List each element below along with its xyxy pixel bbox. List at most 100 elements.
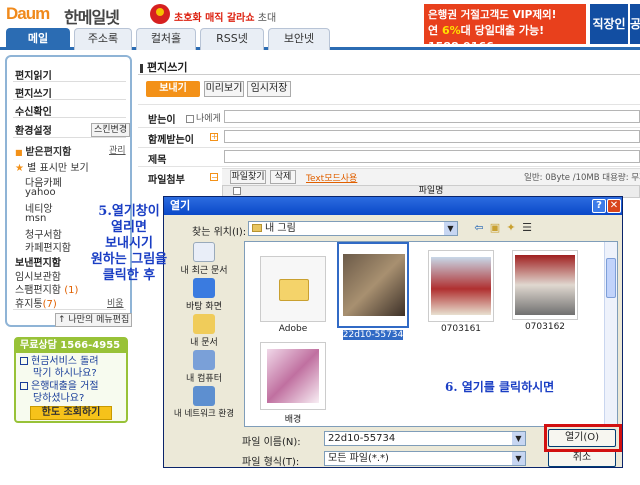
back-arrow-icon[interactable]: ⇦ — [472, 221, 486, 235]
folder-icon — [252, 224, 262, 232]
sidebar-item-receipt[interactable]: 수신확인 — [15, 103, 52, 118]
skin-change-button[interactable]: 스킨변경 — [91, 123, 131, 137]
delete-file-button[interactable]: 삭제 — [270, 170, 296, 184]
sidebar-folder[interactable]: msn — [25, 213, 46, 224]
tab-rss[interactable]: RSS넷 — [200, 28, 264, 50]
plus-icon[interactable]: + — [210, 133, 218, 141]
tab-culture[interactable]: 컬처홀 — [136, 28, 196, 50]
place-documents[interactable]: 내 문서 — [170, 314, 238, 348]
preview-button[interactable]: 미리보기 — [204, 81, 244, 97]
page-title: 편지쓰기 — [140, 59, 187, 75]
up-folder-icon[interactable]: ▣ — [488, 221, 502, 235]
image-thumbnail — [260, 342, 326, 410]
filename-input[interactable]: 22d10-55734 ▼ — [324, 431, 526, 446]
open-button-highlight — [544, 424, 622, 452]
checkbox-icon — [186, 114, 194, 123]
sidebar-item-inbox[interactable]: ■ 받은편지함 — [15, 143, 71, 158]
to-self-option[interactable]: 나에게 — [186, 111, 221, 124]
sidebar-item-read[interactable]: 편지읽기 — [15, 67, 52, 82]
collapse-icon: ■ — [15, 148, 26, 157]
promo-highlight: 초호화 매직 갈라쇼 — [174, 13, 255, 24]
sidebar-item-spam[interactable]: 스팸편지함 (1) — [15, 281, 78, 296]
empty-trash-link[interactable]: 비움 — [107, 296, 124, 309]
service-name: 한메일넷 — [64, 8, 120, 27]
sidebar-item-settings[interactable]: 환경설정 — [15, 122, 52, 137]
look-in-select[interactable]: 내 그림 ▼ — [248, 221, 458, 236]
promo-text[interactable]: 초호화 매직 갈라쇼 초대 — [174, 9, 276, 24]
divider — [13, 137, 126, 138]
dialog-title: 열기 — [164, 197, 622, 215]
filename-label: 파일 이름(N): — [242, 437, 301, 448]
photo-thumbnail — [512, 250, 578, 320]
sidebar-item-trash[interactable]: 휴지통(7) — [15, 295, 57, 310]
close-icon[interactable]: ✕ — [607, 199, 621, 213]
filename-col-label: 파일명 — [418, 186, 444, 196]
sidebar-item-write[interactable]: 편지쓰기 — [15, 85, 52, 100]
step5-annotation: 5.열기창이 열리면 보내시기 원하는 그림을 클릭한 후 — [90, 204, 168, 283]
find-file-button[interactable]: 파일찾기 — [230, 170, 266, 184]
promo-icon — [150, 4, 170, 24]
help-icon[interactable]: ? — [592, 199, 606, 213]
subject-field[interactable] — [224, 150, 640, 163]
file-item[interactable]: Adobe — [253, 256, 333, 334]
save-draft-button[interactable]: 임시저장 — [247, 81, 291, 97]
chevron-down-icon[interactable]: ▼ — [512, 452, 525, 465]
filetype-label: 파일 형식(T): — [242, 457, 300, 468]
scrollbar-thumb[interactable] — [606, 258, 616, 298]
file-list-scrollbar[interactable] — [604, 242, 617, 426]
divider — [138, 147, 640, 148]
divider — [13, 99, 126, 100]
tab-security[interactable]: 보안넷 — [268, 28, 330, 50]
minus-icon[interactable]: − — [210, 173, 218, 182]
documents-folder-icon — [193, 314, 215, 334]
counsel-item-loan[interactable]: 은행대출을 거절 — [20, 381, 99, 393]
tab-mail[interactable]: 메일 — [6, 28, 70, 50]
photo-thumbnail — [337, 242, 409, 328]
checkbox-icon — [20, 357, 28, 365]
text-mode-link[interactable]: Text모드사용 — [306, 171, 357, 184]
recent-docs-icon — [193, 242, 215, 262]
checkbox-icon — [20, 382, 28, 390]
cc-field[interactable] — [224, 130, 640, 143]
counsel-header: 무료상담 1566-4955 — [16, 339, 126, 353]
checkbox-icon[interactable] — [233, 187, 241, 195]
filetype-select[interactable]: 모든 파일(*.*) ▼ — [324, 451, 526, 466]
network-icon — [193, 386, 215, 406]
file-item[interactable]: 배경 — [253, 342, 333, 425]
chevron-down-icon[interactable]: ▼ — [444, 222, 457, 235]
sidebar-item-starred[interactable]: ★ 별 표시만 보기 — [15, 159, 89, 174]
folder-icon — [260, 256, 326, 322]
divider — [13, 309, 126, 310]
look-in-value: 내 그림 — [265, 223, 296, 234]
divider — [138, 127, 640, 128]
limit-check-button[interactable]: 한도 조회하기 — [30, 406, 112, 420]
file-item[interactable]: 0703162 — [505, 250, 585, 332]
filetype-value: 모든 파일(*.*) — [328, 453, 389, 464]
divider — [138, 74, 640, 75]
chevron-down-icon[interactable]: ▼ — [512, 432, 525, 445]
mail-sidebar: 편지읽기 편지쓰기 수신확인 환경설정 스킨변경 ■ 받은편지함 관리 ★ 별 … — [5, 55, 133, 327]
file-item-selected[interactable]: 22d10-55734 — [333, 242, 413, 340]
sidebar-folder[interactable]: 카페편지함 — [25, 239, 71, 254]
counsel-item-loan-l2: 당하셨나요? — [33, 393, 85, 404]
logo[interactable]: Daum 한메일넷 — [6, 4, 134, 27]
attach-usage: 일반: 0Byte /10MB 대용량: 무제 — [524, 173, 640, 183]
manage-link[interactable]: 관리 — [109, 143, 126, 156]
file-list: Adobe 22d10-55734 0703161 0703162 배경 — [244, 241, 618, 427]
place-computer[interactable]: 내 컴퓨터 — [170, 350, 238, 384]
view-menu-icon[interactable]: ☰ — [520, 221, 534, 235]
tab-addressbook[interactable]: 주소록 — [74, 28, 132, 50]
photo-thumbnail — [428, 250, 494, 322]
send-button[interactable]: 보내기 — [146, 81, 200, 97]
file-item[interactable]: 0703161 — [421, 250, 501, 334]
logo-brand: Daum — [6, 4, 50, 23]
place-network[interactable]: 내 네트워크 환경 — [170, 386, 238, 419]
star-icon: ★ — [15, 163, 28, 174]
sidebar-folder[interactable]: yahoo — [25, 187, 56, 198]
edit-menu-button[interactable]: ↑ 나만의 메뉴편집 — [55, 313, 133, 327]
sidebar-item-sent[interactable]: 보낸편지함 — [15, 254, 61, 269]
new-folder-icon[interactable]: ✦ — [504, 221, 518, 235]
counsel-item-cash[interactable]: 현금서비스 돌려 — [20, 356, 99, 368]
to-field[interactable] — [224, 110, 640, 123]
subject-label: 제목 — [148, 155, 167, 166]
